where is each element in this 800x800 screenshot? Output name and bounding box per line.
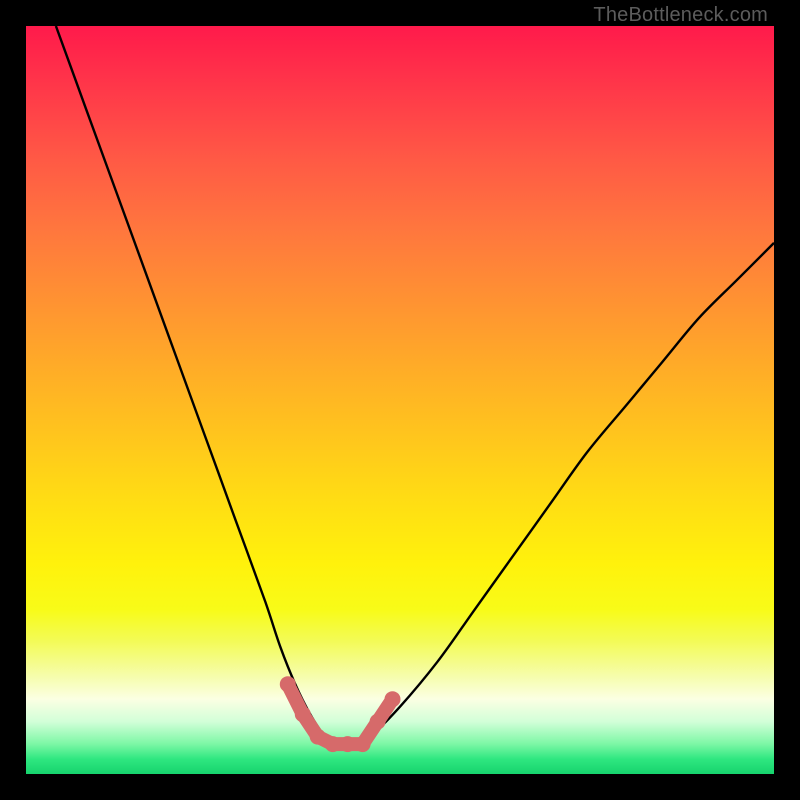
watermark-text: TheBottleneck.com	[593, 4, 768, 27]
plot-area	[26, 26, 774, 774]
curve-markers	[26, 26, 774, 774]
chart-frame: TheBottleneck.com	[0, 0, 800, 800]
